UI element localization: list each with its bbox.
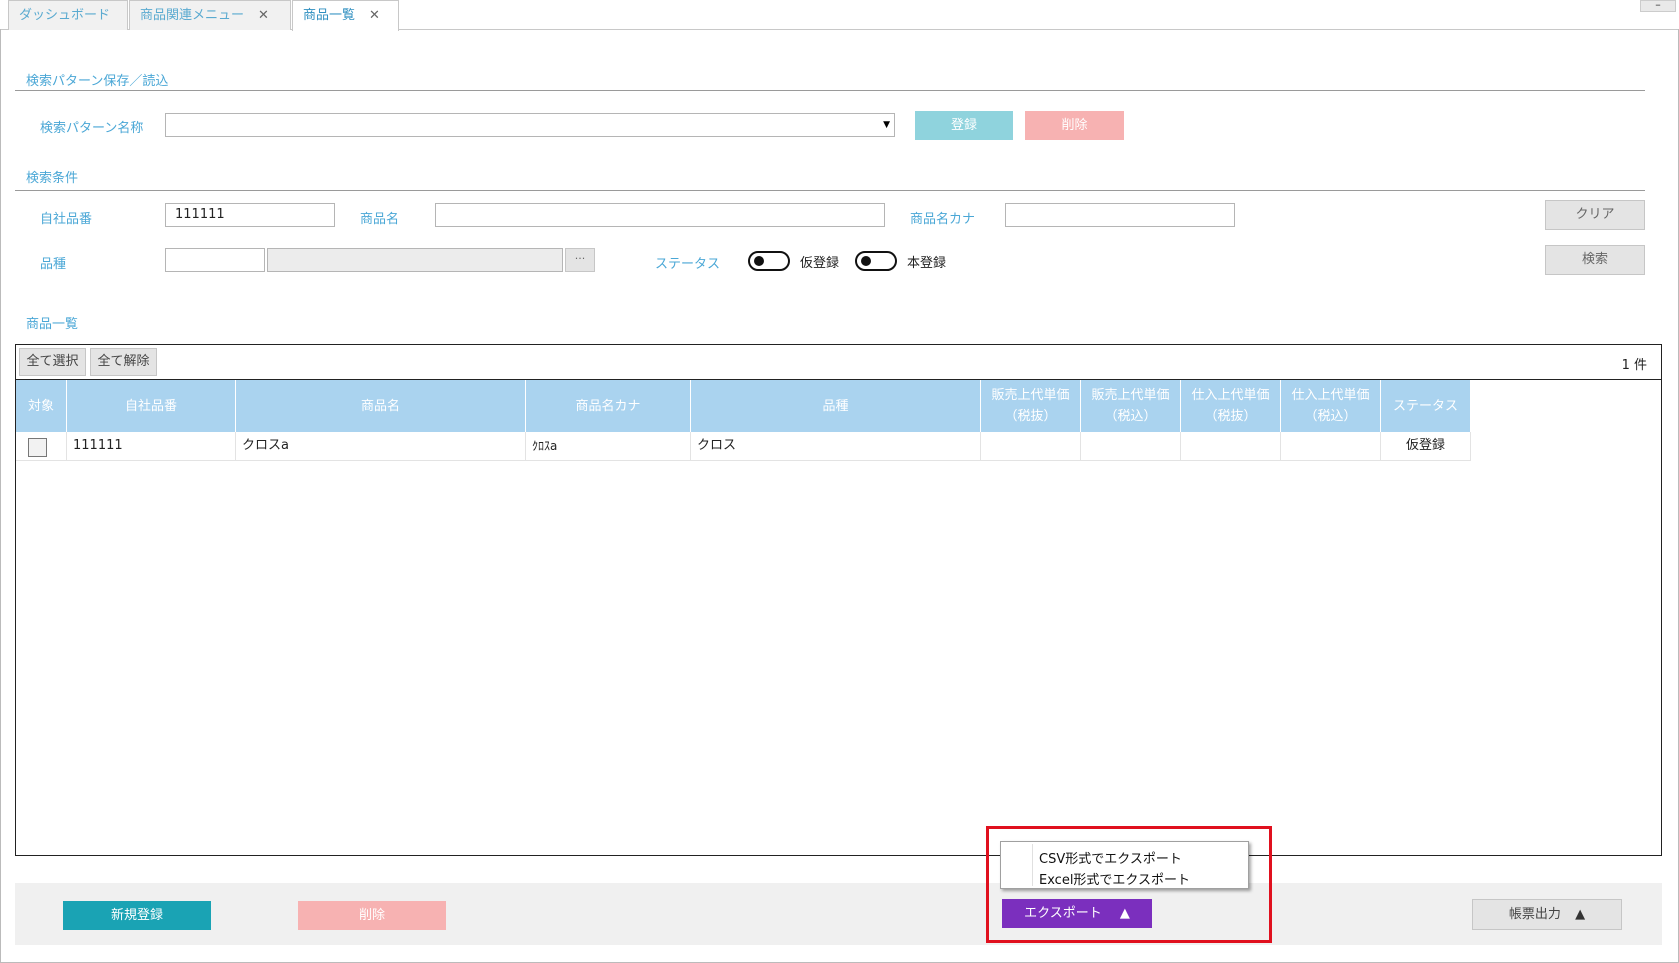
status-full-toggle[interactable] — [855, 251, 897, 271]
product-kana-input[interactable] — [1005, 203, 1235, 227]
tab-product-list[interactable]: 商品一覧 ✕ — [292, 0, 399, 31]
column-header-code[interactable]: 自社品番 — [67, 380, 236, 432]
search-button[interactable]: 検索 — [1545, 245, 1645, 275]
column-header-buy-ex[interactable]: 仕入上代単価 （税抜） — [1181, 380, 1281, 432]
status-label: ステータス — [655, 257, 721, 272]
deselect-all-button[interactable]: 全て解除 — [90, 348, 157, 376]
product-code-label: 自社品番 — [40, 212, 93, 227]
report-button-label: 帳票出力 — [1508, 907, 1561, 922]
select-all-button[interactable]: 全て選択 — [19, 348, 86, 376]
close-icon[interactable]: ✕ — [258, 8, 269, 23]
report-output-button[interactable]: 帳票出力 ▲ — [1472, 899, 1622, 930]
cell-buy-ex[interactable] — [1181, 432, 1281, 461]
section-title-product-list: 商品一覧 — [26, 317, 79, 332]
cell-code[interactable]: 111111 — [67, 432, 236, 461]
register-pattern-button[interactable]: 登録 — [915, 111, 1013, 140]
cell-sell-ex[interactable] — [981, 432, 1081, 461]
footer-bar — [15, 883, 1662, 945]
search-pattern-select[interactable]: ▼ — [165, 113, 895, 137]
product-code-input[interactable]: 111111 — [165, 203, 335, 227]
record-count: 1 件 — [1621, 358, 1647, 373]
cell-buy-in[interactable] — [1281, 432, 1381, 461]
toggle-knob — [861, 256, 871, 266]
search-pattern-name-label: 検索パターン名称 — [40, 121, 144, 136]
cell-sell-in[interactable] — [1081, 432, 1181, 461]
product-kana-label: 商品名カナ — [910, 212, 976, 227]
column-header-sell-in[interactable]: 販売上代単価 （税込） — [1081, 380, 1181, 432]
variety-code-input[interactable] — [165, 248, 265, 272]
tab-label: 商品一覧 — [303, 8, 356, 23]
toggle-knob — [754, 256, 764, 266]
variety-label: 品種 — [40, 257, 67, 272]
delete-button[interactable]: 削除 — [298, 901, 446, 930]
caret-up-icon: ▲ — [1575, 907, 1586, 922]
browse-button[interactable]: ··· — [565, 248, 595, 272]
tab-product-menu[interactable]: 商品関連メニュー ✕ — [129, 0, 291, 30]
product-grid: 全て選択 全て解除 1 件 対象 自社品番 商品名 商品名カナ 品種 販売上代単… — [15, 344, 1662, 856]
status-full-label: 本登録 — [907, 256, 947, 271]
cell-kana[interactable]: ｸﾛｽa — [526, 432, 691, 461]
tab-label: ダッシュボード — [19, 8, 111, 23]
chevron-down-icon: ▼ — [883, 120, 890, 130]
cell-variety[interactable]: クロス — [691, 432, 981, 461]
delete-pattern-button[interactable]: 削除 — [1025, 111, 1124, 140]
column-header-target[interactable]: 対象 — [16, 380, 67, 432]
cell-name[interactable]: クロスa — [236, 432, 526, 461]
close-icon[interactable]: ✕ — [369, 8, 380, 23]
section-title-search-pattern: 検索パターン保存／読込 — [26, 74, 169, 89]
section-divider — [15, 190, 1645, 191]
product-name-label: 商品名 — [360, 212, 400, 227]
cell-status[interactable]: 仮登録 — [1381, 432, 1471, 461]
section-title-search-conditions: 検索条件 — [26, 171, 79, 186]
new-register-button[interactable]: 新規登録 — [63, 901, 211, 930]
highlight-box — [986, 826, 1272, 943]
column-header-kana[interactable]: 商品名カナ — [526, 380, 691, 432]
column-header-name[interactable]: 商品名 — [236, 380, 526, 432]
column-header-sell-ex[interactable]: 販売上代単価 （税抜） — [981, 380, 1081, 432]
column-header-variety[interactable]: 品種 — [691, 380, 981, 432]
status-provisional-toggle[interactable] — [748, 251, 790, 271]
tab-label: 商品関連メニュー — [140, 8, 245, 23]
status-provisional-label: 仮登録 — [800, 256, 840, 271]
variety-name-field — [267, 248, 563, 272]
column-header-buy-in[interactable]: 仕入上代単価 （税込） — [1281, 380, 1381, 432]
tab-dashboard[interactable]: ダッシュボード — [8, 0, 128, 30]
section-divider — [15, 90, 1645, 91]
row-checkbox[interactable] — [28, 438, 47, 457]
table-row-checkbox-cell — [16, 432, 67, 461]
column-header-status[interactable]: ステータス — [1381, 380, 1471, 432]
clear-button[interactable]: クリア — [1545, 200, 1645, 230]
product-name-input[interactable] — [435, 203, 885, 227]
minimize-button[interactable]: – — [1640, 0, 1676, 12]
